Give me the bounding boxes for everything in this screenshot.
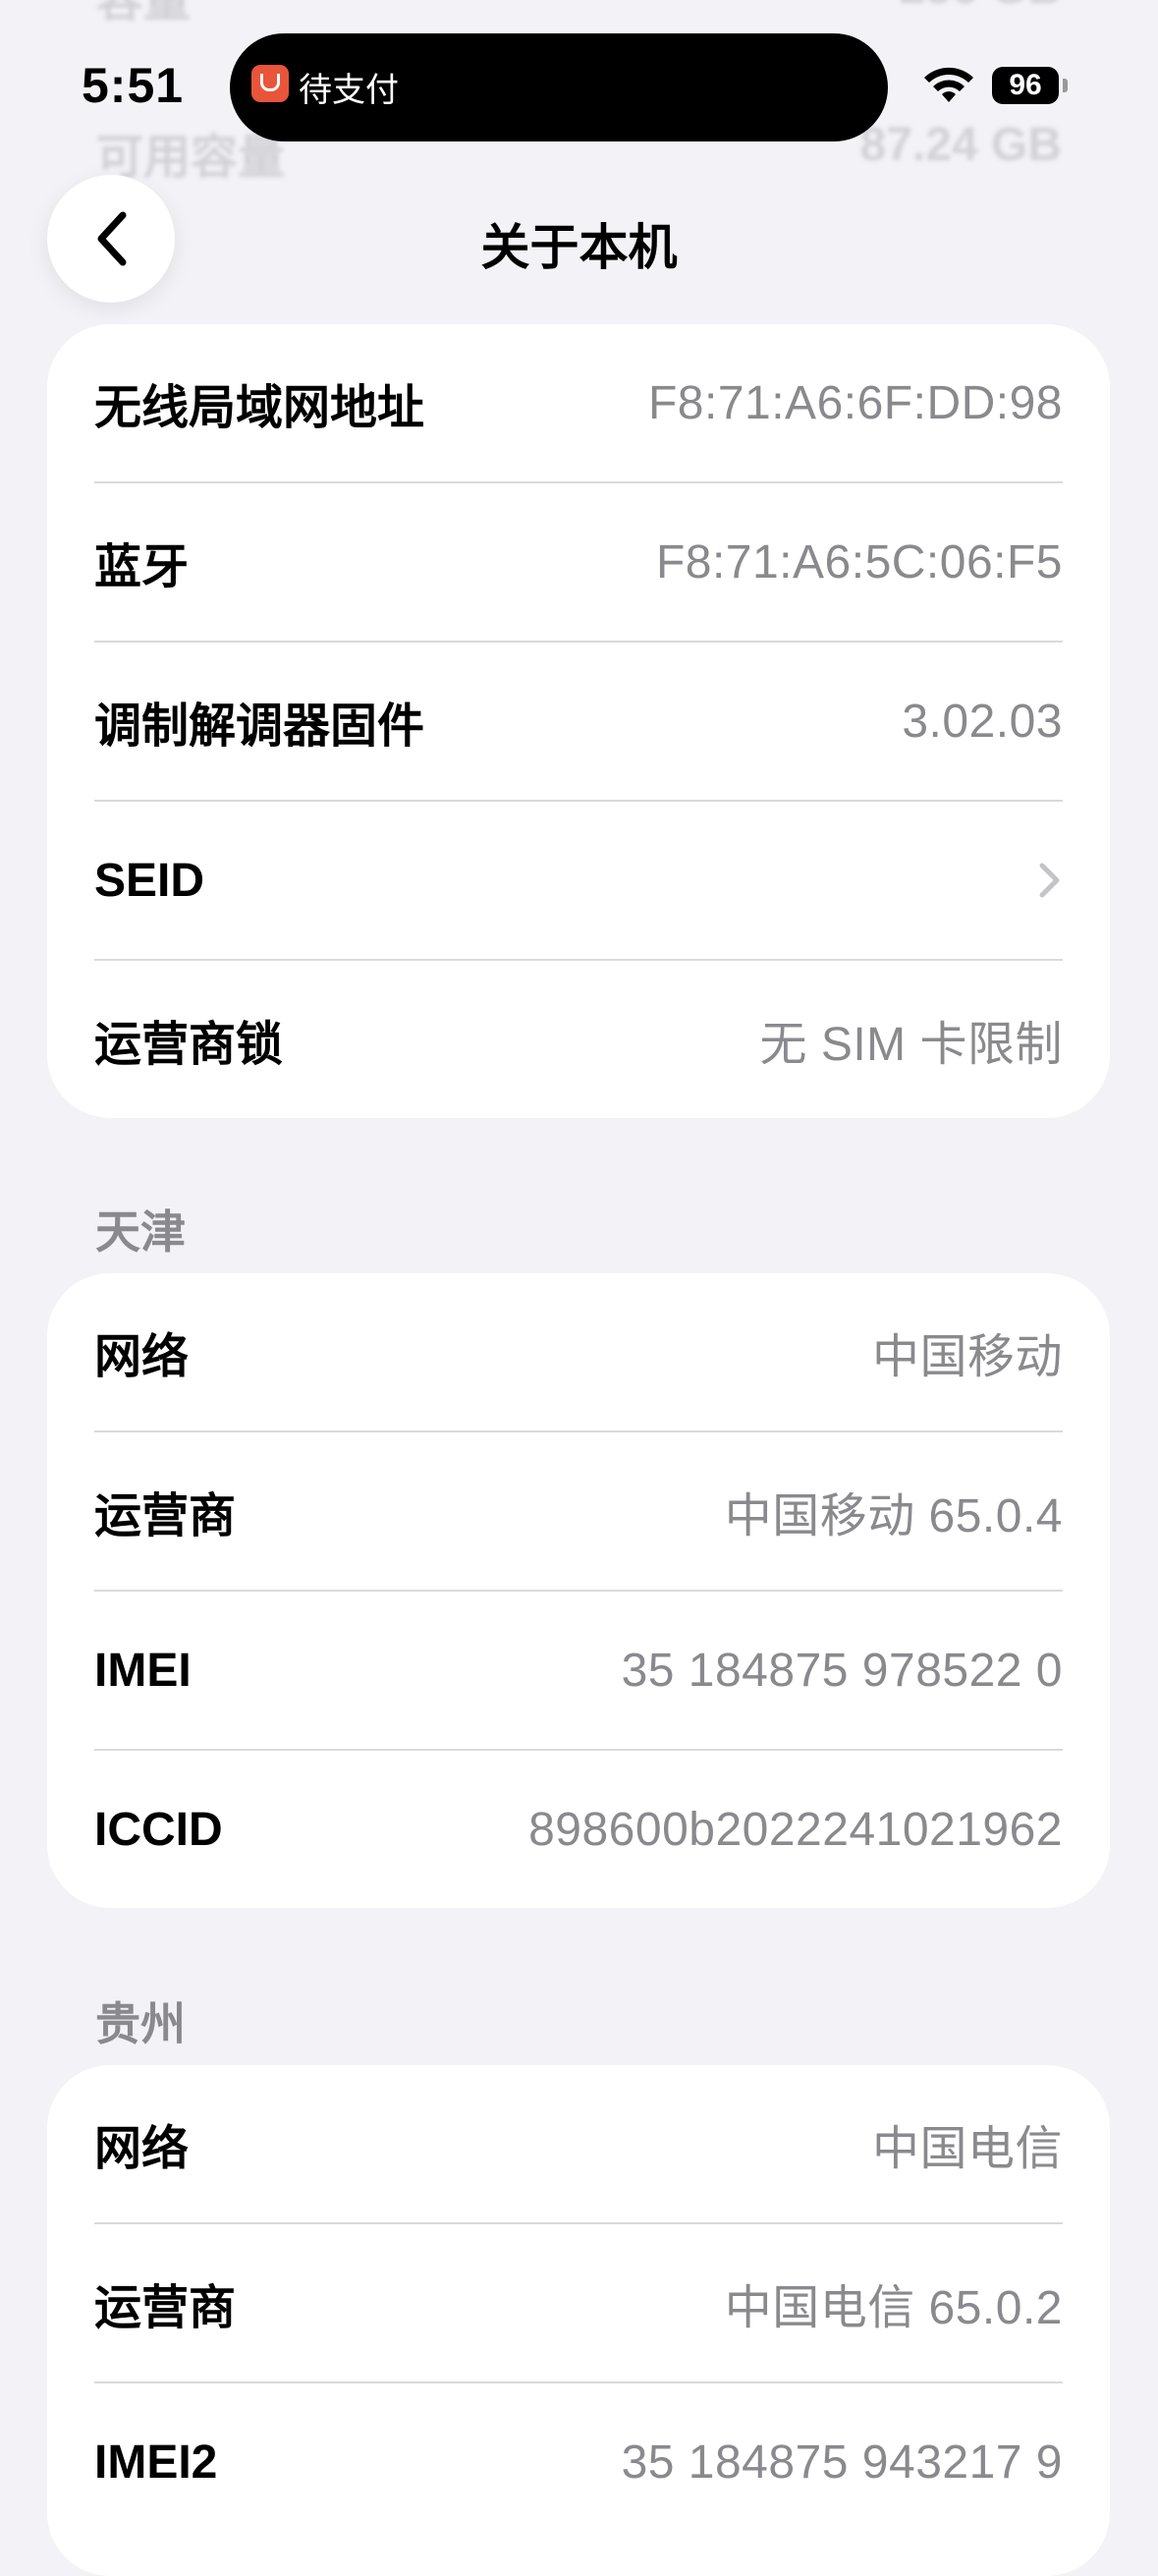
row-label: 运营商锁 <box>94 1019 284 1071</box>
status-time: 5:51 <box>82 58 185 113</box>
dynamic-island[interactable]: 待支付 <box>230 33 888 141</box>
row-value: 35 184875 943217 9 <box>621 2436 1063 2489</box>
ghost-value: 87.24 GB <box>859 119 1062 171</box>
row-label: 调制解调器固件 <box>94 700 425 753</box>
row-label: 运营商 <box>94 2282 237 2334</box>
sim-section-guizhou: 网络 中国电信 运营商 中国电信 65.0.2 IMEI2 35 184875 … <box>47 2065 1110 2576</box>
network-row: 网络 中国移动 <box>94 1273 1063 1432</box>
iccid-row: ICCID 898600b2022241021962 <box>94 1751 1063 1908</box>
network-row: 网络 中国电信 <box>94 2065 1063 2224</box>
row-label: 网络 <box>94 2123 190 2175</box>
row-value: 35 184875 978522 0 <box>621 1644 1063 1697</box>
section-header-guizhou: 贵州 <box>95 1998 186 2049</box>
row-value: 无 SIM 卡限制 <box>759 1019 1063 1071</box>
island-activity-text: 待支付 <box>299 72 399 109</box>
row-label: IMEI <box>94 1644 192 1697</box>
chevron-right-icon <box>1039 863 1060 898</box>
wifi-address-row: 无线局域网地址 F8:71:A6:6F:DD:98 <box>94 324 1063 483</box>
row-value: 中国电信 65.0.2 <box>724 2282 1063 2334</box>
row-label: IMEI2 <box>94 2436 218 2489</box>
battery-cap <box>1063 79 1068 92</box>
section-header-tianjin: 天津 <box>95 1206 186 1258</box>
imei2-row: IMEI2 35 184875 943217 9 <box>94 2383 1063 2541</box>
carrier-row: 运营商 中国移动 65.0.4 <box>94 1432 1063 1592</box>
ghost-label: 容量 <box>96 0 192 27</box>
carrier-lock-row: 运营商锁 无 SIM 卡限制 <box>94 961 1063 1118</box>
modem-firmware-row: 调制解调器固件 3.02.03 <box>94 643 1063 802</box>
row-label: 无线局域网地址 <box>94 382 425 434</box>
row-label: SEID <box>94 854 205 907</box>
row-label: 蓝牙 <box>94 541 190 593</box>
row-value: 中国移动 <box>871 1331 1063 1383</box>
ghost-value: 256 GB <box>900 0 1062 15</box>
row-label: ICCID <box>94 1803 223 1856</box>
row-value: 中国移动 65.0.4 <box>724 1490 1063 1542</box>
row-value: F8:71:A6:6F:DD:98 <box>647 376 1063 429</box>
seid-row[interactable]: SEID <box>94 802 1063 961</box>
carrier-row: 运营商 中国电信 65.0.2 <box>94 2224 1063 2383</box>
ghost-row: 容量 256 GB <box>96 0 1062 29</box>
row-value: 中国电信 <box>871 2123 1063 2175</box>
row-label: 运营商 <box>94 1490 237 1542</box>
battery-indicator: 96 <box>992 67 1059 104</box>
row-value: F8:71:A6:5C:06:F5 <box>655 535 1063 588</box>
wifi-icon <box>924 67 973 102</box>
device-info-section: 无线局域网地址 F8:71:A6:6F:DD:98 蓝牙 F8:71:A6:5C… <box>47 324 1110 1118</box>
row-label: 网络 <box>94 1331 190 1383</box>
app-icon <box>251 65 289 102</box>
row-value: 3.02.03 <box>902 695 1063 748</box>
bluetooth-row: 蓝牙 F8:71:A6:5C:06:F5 <box>94 483 1063 643</box>
sim-section-tianjin: 网络 中国移动 运营商 中国移动 65.0.4 IMEI 35 184875 9… <box>47 1273 1110 1908</box>
imei-row: IMEI 35 184875 978522 0 <box>94 1592 1063 1751</box>
page-title: 关于本机 <box>480 220 678 275</box>
row-value: 898600b2022241021962 <box>528 1803 1063 1856</box>
